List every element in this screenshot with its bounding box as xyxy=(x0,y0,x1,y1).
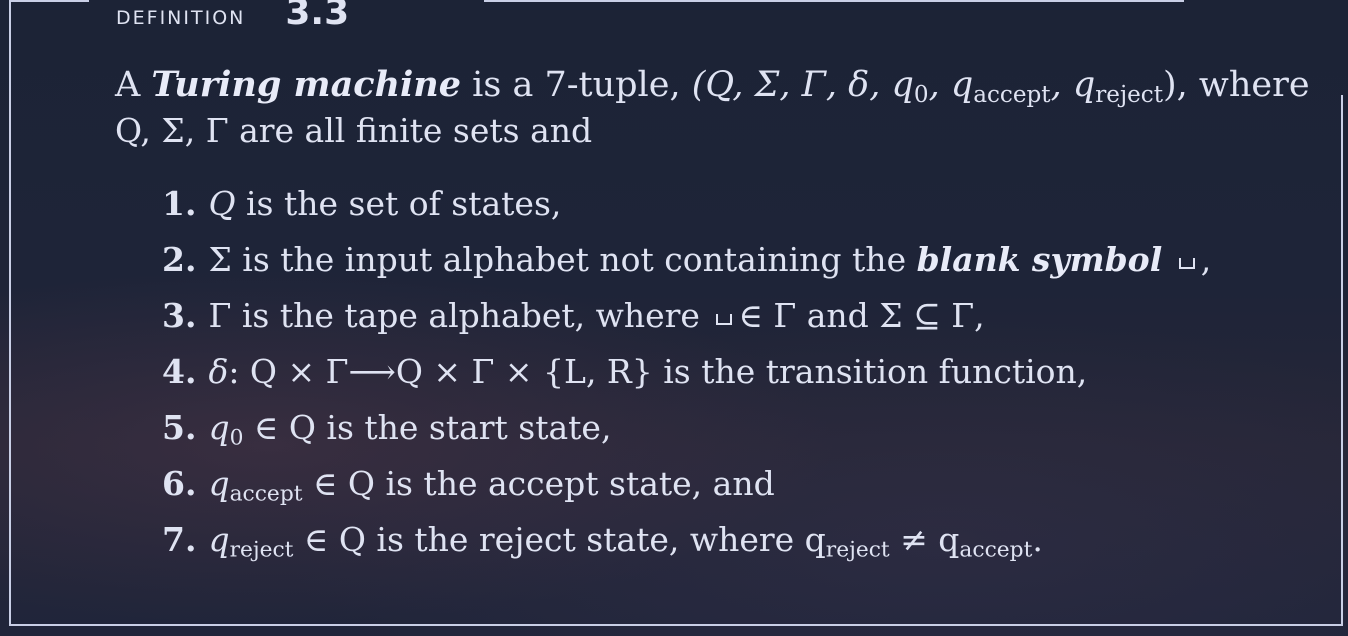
item-number: 6. xyxy=(162,464,197,503)
intro-line-2: Q, Σ, Γ are all finite sets and xyxy=(115,111,593,150)
box-border-bottom xyxy=(9,624,1343,626)
term-blank-symbol: blank symbol xyxy=(916,240,1163,279)
intro-is-a: is a 7-tuple, xyxy=(472,65,681,105)
item-number: 3. xyxy=(162,296,197,335)
box-border-right xyxy=(1341,95,1343,626)
item-number: 2. xyxy=(162,240,197,279)
definition-list: 1. Q is the set of states, 2. Σ is the inp… xyxy=(162,178,1312,570)
item-number: 7. xyxy=(162,520,197,559)
item-number: 4. xyxy=(162,352,197,391)
list-item: 2. Σ is the input alphabet not containing… xyxy=(162,234,1312,290)
item-number: 5. xyxy=(162,408,197,447)
intro-line-1: A Turing machine is a 7-tuple, (Q, Σ, Γ,… xyxy=(115,62,1315,108)
item-number: 1. xyxy=(162,184,197,223)
definition-number: 3.3 xyxy=(285,0,350,33)
definition-intro: A Turing machine is a 7-tuple, (Q, Σ, Γ,… xyxy=(115,62,1315,154)
list-item: 5. q0 ∈ Q is the start state, xyxy=(162,402,1312,458)
box-border-top-right xyxy=(484,0,1184,2)
intro-where: where xyxy=(1198,65,1310,105)
blank-symbol-icon xyxy=(716,314,733,325)
term-turing-machine: Turing machine xyxy=(151,64,462,105)
list-item: 7. qreject ∈ Q is the reject state, where… xyxy=(162,514,1312,570)
definition-label: DEFINITION xyxy=(116,0,246,31)
definition-heading: DEFINITION 3.3 xyxy=(116,0,350,33)
list-item: 3. Γ is the tape alphabet, where ∈ Γ and … xyxy=(162,290,1312,346)
list-item: 4. δ: Q × Γ⟶Q × Γ × {L, R} is the transit… xyxy=(162,346,1312,402)
list-item: 1. Q is the set of states, xyxy=(162,178,1312,234)
tuple-expression: (Q, Σ, Γ, δ, q0, qaccept, qreject), xyxy=(691,65,1188,108)
box-border-top-left xyxy=(9,0,89,2)
blank-symbol-icon xyxy=(1178,258,1195,269)
box-border-left xyxy=(9,0,11,624)
intro-a: A xyxy=(115,65,141,105)
list-item: 6. qaccept ∈ Q is the accept state, and xyxy=(162,458,1312,514)
